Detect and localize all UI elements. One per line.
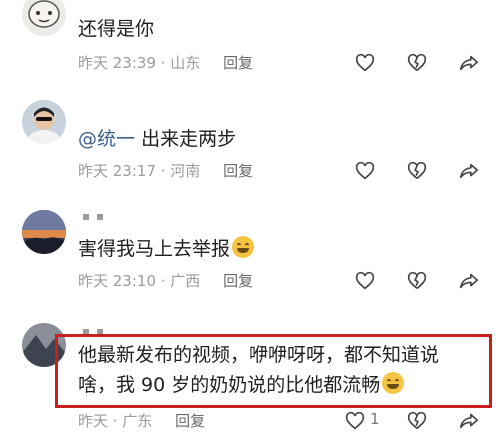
- like-count: 1: [370, 410, 380, 428]
- comment-text: 害得我马上去举报: [78, 234, 255, 264]
- reply-button[interactable]: 回复: [175, 412, 205, 430]
- reply-button[interactable]: 回复: [223, 54, 253, 72]
- broken-heart-icon[interactable]: [404, 268, 430, 294]
- comment-time-location: 昨天 23:17 · 河南: [78, 162, 201, 180]
- comment-meta: 昨天 23:10 · 广西 回复: [78, 270, 253, 291]
- share-arrow-icon[interactable]: [456, 268, 482, 294]
- reply-button[interactable]: 回复: [223, 162, 253, 180]
- reply-button[interactable]: 回复: [223, 272, 253, 290]
- mention-link[interactable]: @统一: [78, 128, 135, 150]
- comment-time-location: 昨天 23:10 · 广西: [78, 272, 201, 290]
- heart-outline-icon[interactable]: [352, 50, 378, 76]
- comment-3-actions: [350, 268, 490, 294]
- highlight-box: [55, 334, 492, 408]
- share-arrow-icon[interactable]: [456, 158, 482, 184]
- comment-body: 害得我马上去举报: [78, 238, 231, 260]
- comment-time-location: 昨天 · 广东: [78, 412, 153, 430]
- avatar-image: [22, 210, 66, 254]
- avatar[interactable]: [22, 210, 66, 254]
- comment-meta: 昨天 23:17 · 河南 回复: [78, 160, 253, 181]
- comment-meta: 昨天 23:39 · 山东 回复: [78, 52, 253, 73]
- avatar-image: [22, 100, 66, 144]
- comment-1-actions: [350, 50, 490, 76]
- share-arrow-icon[interactable]: [456, 50, 482, 76]
- comment-time-location: 昨天 23:39 · 山东: [78, 54, 201, 72]
- avatar[interactable]: [22, 0, 66, 36]
- broken-heart-icon[interactable]: [404, 50, 430, 76]
- comment-text: 还得是你: [78, 18, 155, 40]
- heart-outline-icon[interactable]: [352, 268, 378, 294]
- comment-text: @统一 出来走两步: [78, 124, 236, 154]
- comment-body: 出来走两步: [141, 128, 237, 150]
- broken-heart-icon[interactable]: [404, 158, 430, 184]
- username-blurred: ▪ ▪: [82, 209, 106, 223]
- avatar-image: [22, 0, 66, 36]
- grin-emoji-icon: [232, 236, 255, 258]
- heart-outline-icon[interactable]: [352, 158, 378, 184]
- avatar[interactable]: [22, 100, 66, 144]
- comment-meta: 昨天 · 广东 回复: [78, 410, 205, 431]
- share-arrow-icon[interactable]: [456, 408, 482, 434]
- comment-2-actions: [350, 158, 490, 184]
- heart-outline-icon[interactable]: [342, 408, 368, 434]
- broken-heart-icon[interactable]: [404, 408, 430, 434]
